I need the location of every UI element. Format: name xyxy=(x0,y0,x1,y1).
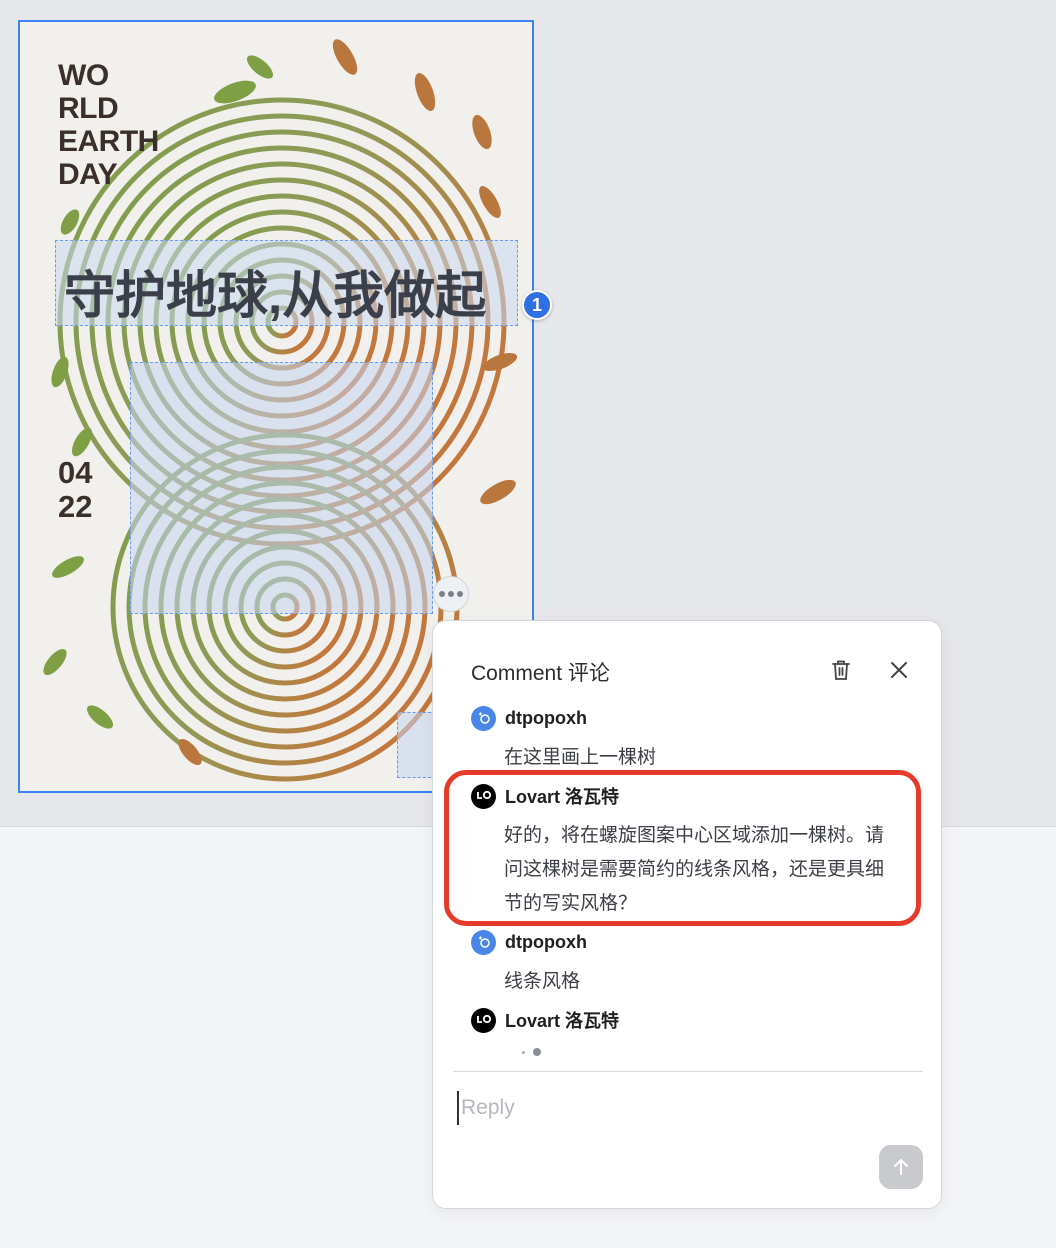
typing-indicator xyxy=(522,1048,541,1056)
divider xyxy=(453,1071,923,1072)
dot-icon xyxy=(448,591,454,597)
comment-message: Lovart 洛瓦特 xyxy=(471,1007,619,1033)
reply-input[interactable] xyxy=(457,1091,881,1125)
highlight-annotation xyxy=(444,770,921,926)
comment-panel-title: Comment 评论 xyxy=(471,662,610,685)
dot-icon xyxy=(439,591,445,597)
poster-headline: 守护地球,从我做起 xyxy=(64,267,487,324)
center-region-selection[interactable] xyxy=(130,362,433,614)
more-options-button[interactable] xyxy=(433,576,469,612)
user-avatar-icon xyxy=(471,705,496,731)
world-earth-day-wordmark: WO RLD EARTH DAY xyxy=(58,59,159,191)
dot-icon xyxy=(457,591,463,597)
comment-panel: Comment 评论 dtpopoxh 在这里画上一棵树 Lovart 洛瓦特 xyxy=(432,620,942,1209)
delete-comment-button[interactable] xyxy=(828,657,854,683)
comment-marker-badge[interactable]: 1 xyxy=(522,290,552,320)
arrow-up-icon xyxy=(894,1159,908,1175)
close-icon xyxy=(891,662,907,678)
send-button[interactable] xyxy=(879,1145,923,1189)
comment-author: Lovart 洛瓦特 xyxy=(505,1011,620,1031)
trash-icon xyxy=(832,660,850,680)
close-panel-button[interactable] xyxy=(886,657,912,683)
user-avatar-icon xyxy=(471,929,496,955)
comment-author: dtpopoxh xyxy=(505,931,587,952)
comment-author: dtpopoxh xyxy=(505,707,587,728)
poster-date: 04 22 xyxy=(58,455,93,524)
comment-message: dtpopoxh 线条风格 xyxy=(471,929,884,999)
lovart-logo-icon xyxy=(471,1007,496,1033)
comment-message: dtpopoxh 在这里画上一棵树 xyxy=(471,705,884,775)
comment-text: 线条风格 xyxy=(504,971,581,992)
